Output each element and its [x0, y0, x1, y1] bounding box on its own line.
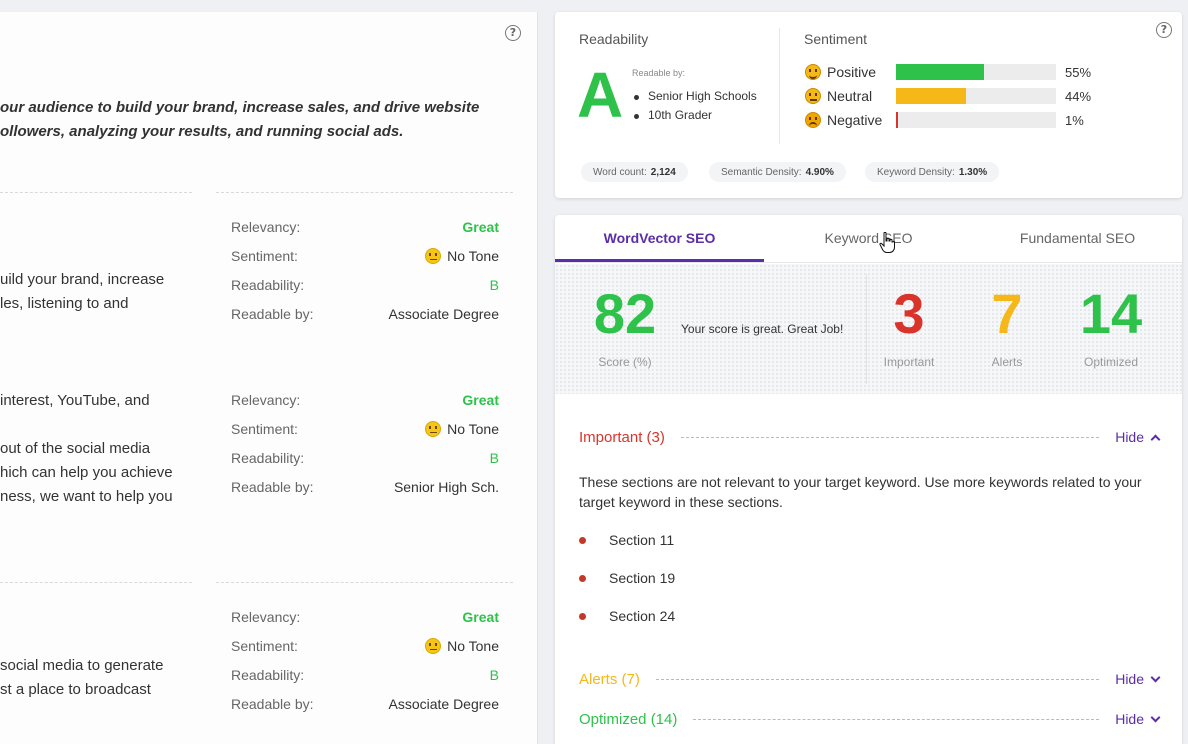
- tab-keyword-seo[interactable]: Keyword SEO: [764, 215, 973, 262]
- sentiment-neutral: Neutral: [805, 84, 897, 108]
- optimized-label: Optimized: [1083, 355, 1139, 369]
- divider: [866, 274, 867, 384]
- sentiment-title: Sentiment: [804, 31, 868, 47]
- list-item: 10th Grader: [632, 108, 757, 127]
- angry-face-icon: [805, 112, 821, 128]
- sentiment-positive: Positive: [805, 60, 897, 84]
- section-metrics: Relevancy: Great Sentiment: No Tone Read…: [231, 602, 499, 718]
- optimized-header: Optimized (14) Hide: [579, 708, 1161, 730]
- divider: [779, 28, 780, 144]
- important-label: Important: [883, 355, 935, 369]
- metric-sentiment: Sentiment: No Tone: [231, 247, 499, 264]
- neutral-face-icon: [805, 88, 821, 104]
- word-count-badge: Word count: 2,124: [581, 162, 688, 182]
- divider: [216, 582, 513, 583]
- list-item[interactable]: Section 11: [579, 530, 674, 550]
- metric-relevancy: Relevancy: Great: [231, 608, 499, 625]
- list-item[interactable]: Section 24: [579, 606, 675, 626]
- important-header: Important (3) Hide: [579, 426, 1161, 448]
- section-text: uild your brand, increase les, listening…: [0, 271, 165, 312]
- readable-by-label: Readable by:: [632, 68, 686, 78]
- metric-relevancy: Relevancy: Great: [231, 391, 499, 408]
- bullet-icon: [579, 612, 586, 620]
- score-value: 82: [593, 282, 657, 345]
- negative-bar: [896, 112, 1056, 128]
- negative-pct: 1%: [1065, 113, 1084, 128]
- help-icon[interactable]: ?: [1156, 22, 1172, 38]
- divider: [680, 436, 1100, 438]
- hand-cursor-icon: [879, 232, 895, 253]
- section-metrics: Relevancy: Great Sentiment: No Tone Read…: [231, 385, 499, 501]
- list-item[interactable]: Section 19: [579, 568, 675, 588]
- section-metrics: Relevancy: Great Sentiment: No Tone Read…: [231, 212, 499, 328]
- neutral-face-icon: [425, 420, 442, 437]
- seo-card: WordVector SEO Keyword SEO Fundamental S…: [555, 215, 1182, 744]
- neutral-face-icon: [425, 637, 442, 654]
- section-text: social media to generate st a place to b…: [0, 657, 164, 698]
- alerts-header: Alerts (7) Hide: [579, 668, 1161, 690]
- metric-readability: Readability: B: [231, 276, 499, 293]
- readability-sentiment-card: ? Readability A Readable by: Senior High…: [555, 12, 1182, 198]
- seo-tabs: WordVector SEO Keyword SEO Fundamental S…: [555, 215, 1182, 263]
- neutral-bar: [896, 88, 1056, 104]
- alerts-label: Alerts: [991, 355, 1023, 369]
- readable-by-list: Senior High Schools 10th Grader: [632, 89, 757, 127]
- divider: [216, 192, 513, 193]
- metric-sentiment: Sentiment: No Tone: [231, 637, 499, 654]
- metric-relevancy: Relevancy: Great: [231, 218, 499, 235]
- section-text: interest, YouTube, and out of the social…: [0, 392, 173, 505]
- important-hide-button[interactable]: Hide: [1115, 429, 1161, 445]
- bullet-icon: [579, 574, 586, 582]
- tab-fundamental-seo[interactable]: Fundamental SEO: [973, 215, 1182, 262]
- divider: [655, 678, 1100, 680]
- score-label: Score (%): [598, 355, 652, 369]
- divider: [0, 192, 192, 193]
- chevron-down-icon: [1150, 672, 1161, 682]
- metric-readability: Readability: B: [231, 666, 499, 683]
- positive-bar: [896, 64, 1056, 80]
- bullet-icon: [579, 536, 586, 544]
- semantic-density-badge: Semantic Density: 4.90%: [709, 162, 846, 182]
- readability-grade: A: [577, 59, 624, 131]
- intro-text: our audience to build your brand, increa…: [0, 99, 480, 140]
- chevron-down-icon: [1150, 712, 1161, 722]
- score-summary: 82 Score (%) Your score is great. Great …: [555, 264, 1182, 394]
- negative-bar-fill: [896, 112, 898, 128]
- metric-readable-by: Readable by: Senior High Sch.: [231, 478, 499, 495]
- important-count: 3: [893, 282, 925, 345]
- metric-readable-by: Readable by: Associate Degree: [231, 695, 499, 712]
- keyword-density-badge: Keyword Density: 1.30%: [865, 162, 1000, 182]
- optimized-count: 14: [1079, 282, 1143, 345]
- content-panel: ? our audience to build your brand, incr…: [0, 12, 538, 744]
- divider: [0, 582, 192, 583]
- alerts-hide-button[interactable]: Hide: [1115, 671, 1161, 687]
- list-item: Senior High Schools: [632, 89, 757, 108]
- neutral-face-icon: [425, 247, 442, 264]
- sentiment-negative: Negative: [805, 108, 897, 132]
- positive-bar-fill: [896, 64, 984, 80]
- metric-readable-by: Readable by: Associate Degree: [231, 305, 499, 322]
- neutral-pct: 44%: [1065, 89, 1092, 104]
- metric-sentiment: Sentiment: No Tone: [231, 420, 499, 437]
- tab-wordvector-seo[interactable]: WordVector SEO: [555, 215, 764, 262]
- divider: [693, 718, 1100, 720]
- smiling-face-icon: [805, 64, 821, 80]
- readability-title: Readability: [579, 31, 649, 47]
- chevron-up-icon: [1150, 434, 1161, 444]
- metric-readability: Readability: B: [231, 449, 499, 466]
- optimized-hide-button[interactable]: Hide: [1115, 711, 1161, 727]
- help-icon[interactable]: ?: [505, 25, 521, 41]
- neutral-bar-fill: [896, 88, 967, 104]
- positive-pct: 55%: [1065, 65, 1092, 80]
- alerts-count: 7: [991, 282, 1023, 345]
- important-description: These sections are not relevant to your …: [579, 474, 1142, 510]
- score-message: Your score is great. Great Job!: [681, 322, 844, 336]
